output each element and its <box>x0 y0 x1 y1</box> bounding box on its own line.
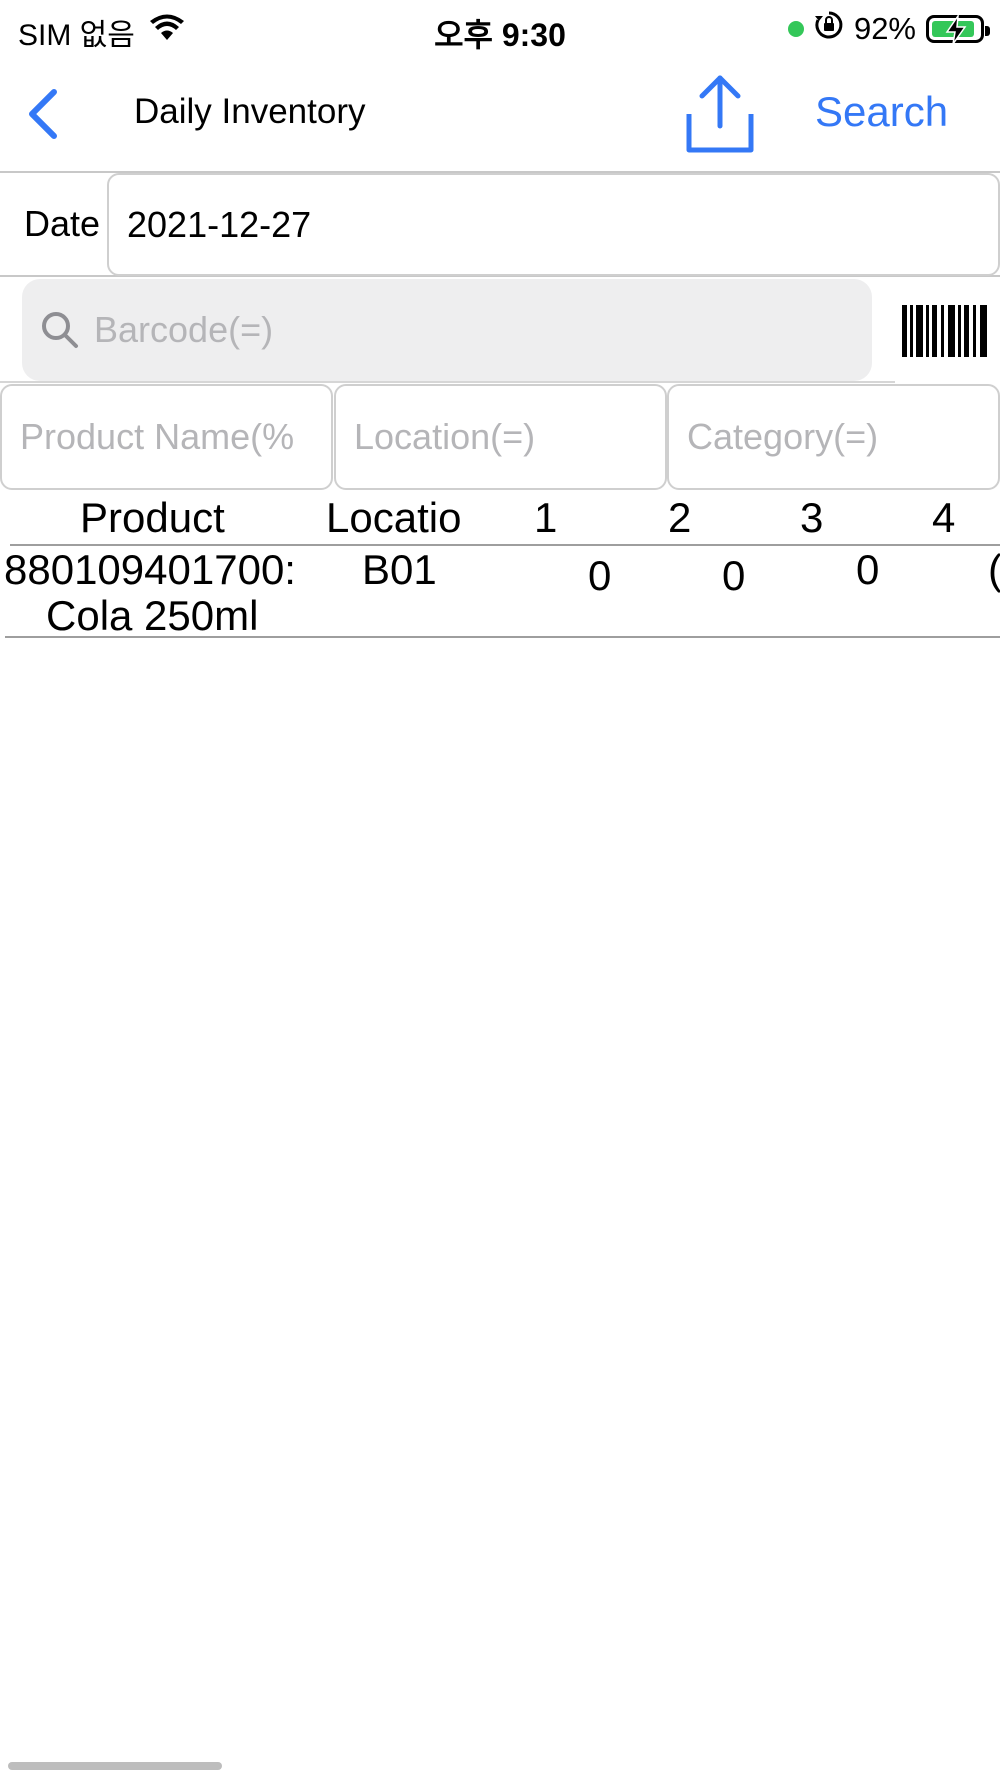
table-row[interactable]: 880109401700: Cola 250ml B01 0 0 0 ( <box>0 546 1000 639</box>
green-dot <box>787 21 804 37</box>
barcode-placeholder: Barcode(=) <box>94 309 274 350</box>
date-row: Date 2021-12-27 <box>0 171 1000 277</box>
date-label: Date <box>24 203 101 244</box>
barcode-scan-button[interactable] <box>900 303 992 359</box>
product-name-filter-input[interactable]: Product Name(% <box>0 384 333 490</box>
table-row-divider <box>5 636 1000 638</box>
column-header-3[interactable]: 3 <box>800 494 823 542</box>
cell-location: B01 <box>362 546 437 593</box>
column-header-4[interactable]: 4 <box>932 494 955 542</box>
column-header-location[interactable]: Locatio <box>326 494 461 542</box>
filter-row: Product Name(% Location(=) Category(=) <box>0 384 1000 491</box>
location-placeholder: Location(=) <box>354 416 536 457</box>
column-header-2[interactable]: 2 <box>668 494 691 542</box>
status-right: 92% <box>787 10 990 48</box>
nav-bar: Daily Inventory Search <box>0 62 1000 166</box>
cell-value-2: 0 <box>722 552 746 599</box>
home-indicator[interactable] <box>8 1762 222 1770</box>
cell-value-4: ( <box>988 546 1000 594</box>
barcode-icon <box>902 305 987 357</box>
column-header-product[interactable]: Product <box>80 494 225 542</box>
share-upload-icon <box>686 75 754 153</box>
chevron-left-icon <box>29 89 57 139</box>
product-name-placeholder: Product Name(% <box>20 416 295 457</box>
status-bar: SIM 없음 오후 9:30 92% <box>0 0 1000 56</box>
column-header-1[interactable]: 1 <box>534 494 557 542</box>
barcode-search-input[interactable]: Barcode(=) <box>22 279 872 381</box>
divider <box>0 381 895 383</box>
location-filter-input[interactable]: Location(=) <box>334 384 667 490</box>
battery-charging-icon <box>926 15 990 45</box>
back-button[interactable] <box>18 86 68 142</box>
barcode-row: Barcode(=) <box>0 279 1000 383</box>
cell-product-name: Cola 250ml <box>46 592 259 639</box>
date-value: 2021-12-27 <box>127 203 312 245</box>
battery-percent: 92% <box>853 11 916 46</box>
cell-value-3: 0 <box>856 546 880 593</box>
cell-value-1: 0 <box>588 552 612 599</box>
search-button[interactable]: Search <box>815 88 948 136</box>
orientation-lock-icon <box>814 10 844 48</box>
magnifier-icon <box>42 312 78 348</box>
share-button[interactable] <box>680 72 760 156</box>
category-filter-input[interactable]: Category(=) <box>667 384 1000 490</box>
cell-product-code: 880109401700: <box>4 546 296 593</box>
category-placeholder: Category(=) <box>687 416 879 457</box>
table-header: Product Locatio 1 2 3 4 <box>0 494 1000 544</box>
page-title: Daily Inventory <box>134 92 366 131</box>
date-field[interactable]: 2021-12-27 <box>107 173 1000 276</box>
